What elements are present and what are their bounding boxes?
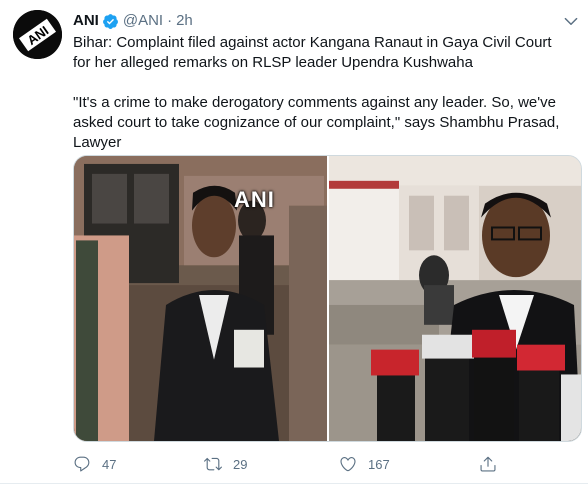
tweet-header: ANI @ANI · 2h xyxy=(73,11,193,31)
like-button[interactable]: 167 xyxy=(339,455,390,473)
photo-left-illustration xyxy=(74,156,327,441)
avatar[interactable]: ANI xyxy=(13,10,62,59)
tweet-paragraph: Bihar: Complaint filed against actor Kan… xyxy=(73,34,552,71)
author-handle[interactable]: @ANI xyxy=(123,11,163,31)
photo-man-outside-court[interactable]: ANI xyxy=(74,156,327,441)
ani-watermark: ANI xyxy=(234,187,275,212)
photo-right-illustration xyxy=(329,156,581,441)
share-button[interactable] xyxy=(479,455,497,473)
verified-badge-icon xyxy=(102,13,118,29)
reply-icon xyxy=(74,456,90,472)
share-icon xyxy=(480,456,496,472)
media-grid: ANI xyxy=(73,155,582,442)
author-name[interactable]: ANI xyxy=(73,11,99,31)
retweet-button[interactable]: 29 xyxy=(204,455,247,473)
tweet-actions: 47 29 167 xyxy=(73,454,503,474)
tweet-paragraph: "It's a crime to make derogatory comment… xyxy=(73,94,560,151)
photo-lawyer-with-mics[interactable] xyxy=(329,156,581,441)
timestamp[interactable]: 2h xyxy=(176,11,193,31)
reply-button[interactable]: 47 xyxy=(73,455,116,473)
like-count: 167 xyxy=(368,456,390,472)
retweet-count: 29 xyxy=(233,456,248,472)
ani-logo: ANI xyxy=(13,10,62,59)
tweet[interactable]: ANI ANI @ANI · 2h Bihar: Complaint filed… xyxy=(0,0,588,484)
retweet-icon xyxy=(204,457,222,471)
separator-dot: · xyxy=(167,12,173,29)
chevron-down-icon[interactable] xyxy=(562,12,580,30)
reply-count: 47 xyxy=(102,456,117,472)
tweet-text: Bihar: Complaint filed against actor Kan… xyxy=(73,33,573,153)
heart-icon xyxy=(340,457,356,472)
